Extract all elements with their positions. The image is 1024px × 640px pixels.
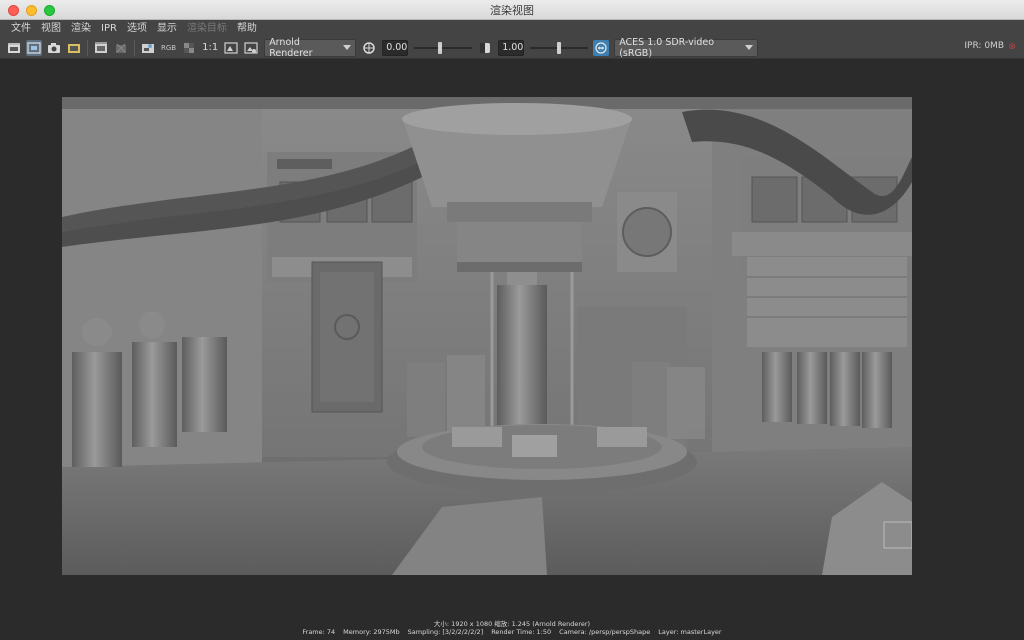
toolbar-separator — [134, 39, 135, 56]
gamma-icon[interactable] — [477, 40, 493, 56]
status-memory: Memory: 2975Mb — [343, 628, 400, 636]
status-sampling: Sampling: [3/2/2/2/2/2] — [407, 628, 484, 636]
exposure-icon[interactable] — [361, 40, 377, 56]
render-toolbar: RGB 1:1 Arnold Renderer 0.00 1.00 ACES 1… — [0, 37, 1024, 59]
chevron-down-icon — [745, 45, 754, 50]
gamma-slider[interactable] — [530, 40, 589, 56]
view-transform-dropdown[interactable]: ACES 1.0 SDR-video (sRGB) — [614, 36, 759, 59]
menu-help[interactable]: 帮助 — [232, 20, 262, 37]
color-management-icon[interactable] — [593, 39, 610, 56]
status-detail-line: Frame: 74 Memory: 2975Mb Sampling: [3/2/… — [0, 628, 1024, 636]
chevron-down-icon — [343, 45, 352, 50]
menu-display[interactable]: 显示 — [152, 20, 182, 37]
status-camera: Camera: /persp/perspShape — [559, 628, 651, 636]
display-alpha-icon[interactable] — [223, 40, 239, 56]
toolbar-separator — [87, 39, 88, 56]
renderer-value: Arnold Renderer — [269, 36, 313, 59]
one-to-one-button[interactable]: 1:1 — [202, 42, 218, 53]
render-status-bar: 大小: 1920 x 1080 缩放: 1.245 (Arnold Render… — [0, 620, 1024, 640]
status-size-line: 大小: 1920 x 1080 缩放: 1.245 (Arnold Render… — [433, 620, 591, 628]
status-frame: Frame: 74 — [302, 628, 336, 636]
menu-render[interactable]: 渲染 — [66, 20, 96, 37]
exposure-field[interactable]: 0.00 — [382, 39, 409, 56]
save-image-icon[interactable] — [243, 40, 259, 56]
remove-image-icon[interactable] — [113, 40, 129, 56]
redo-render-icon[interactable] — [6, 40, 22, 56]
rendered-image[interactable] — [62, 97, 912, 575]
window-title: 渲染视图 — [490, 3, 534, 17]
snapshot-icon[interactable] — [46, 40, 62, 56]
status-layer: Layer: masterLayer — [658, 628, 722, 636]
menu-render-target[interactable]: 渲染目标 — [182, 20, 232, 37]
gamma-slider-thumb[interactable] — [557, 41, 562, 54]
menu-bar: 文件 视图 渲染 IPR 选项 显示 渲染目标 帮助 — [0, 20, 1024, 37]
menu-options[interactable]: 选项 — [122, 20, 152, 37]
render-settings-icon[interactable] — [140, 40, 156, 56]
exposure-slider[interactable] — [414, 40, 473, 56]
gamma-field[interactable]: 1.00 — [498, 39, 525, 56]
status-render-time: Render Time: 1:50 — [491, 628, 552, 636]
renderer-dropdown[interactable]: Arnold Renderer — [264, 36, 357, 59]
render-region-icon[interactable] — [26, 39, 42, 56]
exposure-slider-track — [414, 46, 473, 49]
zoom-window-button[interactable] — [44, 5, 55, 16]
window-titlebar: 渲染视图 — [0, 0, 1024, 20]
ipr-close-icon[interactable]: ⊗ — [1008, 42, 1016, 52]
minimize-window-button[interactable] — [26, 5, 37, 16]
render-scene-illustration — [62, 97, 912, 575]
menu-view[interactable]: 视图 — [36, 20, 66, 37]
window-controls — [8, 5, 55, 16]
ipr-memory-label: IPR: 0MB — [964, 41, 1004, 51]
rgb-channel-label[interactable]: RGB — [161, 44, 176, 52]
menu-file[interactable]: 文件 — [6, 20, 36, 37]
exposure-slider-thumb[interactable] — [438, 41, 443, 54]
menu-ipr[interactable]: IPR — [96, 20, 122, 37]
render-viewport[interactable] — [0, 60, 1024, 622]
render-sequence-icon[interactable] — [66, 40, 82, 56]
view-transform-value: ACES 1.0 SDR-video (sRGB) — [619, 36, 715, 59]
checker-background-icon[interactable] — [181, 40, 197, 56]
keep-image-icon[interactable] — [93, 40, 109, 56]
close-window-button[interactable] — [8, 5, 19, 16]
